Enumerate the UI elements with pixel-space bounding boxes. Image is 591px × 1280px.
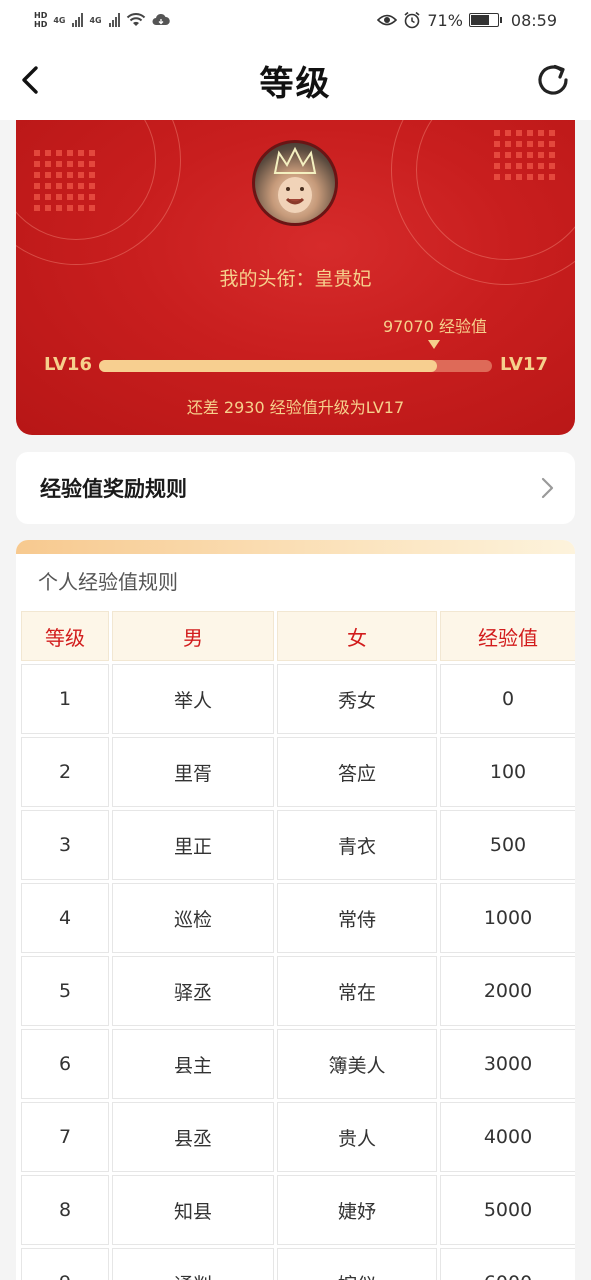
cell-female-title: 婉仪 — [277, 1248, 437, 1280]
crown-icon — [273, 146, 317, 213]
table-row: 7 县丞 贵人 4000 — [21, 1102, 575, 1172]
cell-male-title: 举人 — [112, 664, 274, 734]
exp-progress-fill — [99, 360, 437, 372]
cell-exp: 2000 — [440, 956, 575, 1026]
refresh-icon[interactable] — [533, 60, 573, 100]
page-title: 等级 — [259, 63, 332, 104]
status-left: HD HD 4G 4G — [34, 11, 170, 29]
cell-level: 4 — [21, 883, 109, 953]
table-row: 2 里胥 答应 100 — [21, 737, 575, 807]
back-button[interactable] — [14, 60, 54, 100]
cell-male-title: 通判 — [112, 1248, 274, 1280]
table-header-row: 等级 男 女 经验值 — [21, 611, 575, 661]
current-level: LV16 — [44, 354, 92, 375]
signal-icon — [108, 13, 120, 27]
user-title: 我的头衔：皇贵妃 — [219, 268, 372, 290]
cell-level: 2 — [21, 737, 109, 807]
header-male: 男 — [112, 611, 274, 661]
header-female: 女 — [277, 611, 437, 661]
cell-male-title: 县丞 — [112, 1102, 274, 1172]
hd-badge: HD — [34, 20, 48, 29]
progress-marker-icon — [428, 340, 440, 349]
table-row: 9通判婉仪6000 — [21, 1248, 575, 1280]
battery-percent: 71% — [427, 10, 463, 30]
cell-male-title: 知县 — [112, 1175, 274, 1245]
network-type: 4G — [53, 15, 66, 25]
cell-male-title: 里正 — [112, 810, 274, 880]
cell-female-title: 常在 — [277, 956, 437, 1026]
avatar[interactable] — [252, 140, 338, 226]
cell-level: 7 — [21, 1102, 109, 1172]
table-row: 4 巡检 常侍 1000 — [21, 883, 575, 953]
network-type: 4G — [89, 15, 102, 25]
cell-female-title: 常侍 — [277, 883, 437, 953]
cell-exp: 100 — [440, 737, 575, 807]
cell-male-title: 巡检 — [112, 883, 274, 953]
cell-female-title: 簿美人 — [277, 1029, 437, 1099]
table-row: 1 举人 秀女 0 — [21, 664, 575, 734]
cell-exp: 0 — [440, 664, 575, 734]
wifi-icon — [126, 13, 145, 26]
level-hero-card: 我的头衔：皇贵妃 97070 经验值 LV16 LV17 还差 2930 经验值… — [16, 120, 575, 435]
cell-exp: 5000 — [440, 1175, 575, 1245]
cell-female-title: 答应 — [277, 737, 437, 807]
cell-female-title: 婕妤 — [277, 1175, 437, 1245]
cell-exp: 4000 — [440, 1102, 575, 1172]
cell-male-title: 县主 — [112, 1029, 274, 1099]
chevron-right-icon — [541, 477, 554, 499]
exp-progress-bar — [99, 360, 492, 372]
exp-value: 97070 经验值 — [383, 317, 487, 336]
cell-level: 6 — [21, 1029, 109, 1099]
battery-icon — [468, 13, 502, 27]
cell-male-title: 里胥 — [112, 737, 274, 807]
status-right: 71% 08:59 — [377, 11, 557, 30]
decor-ring — [391, 120, 575, 285]
exp-rules-subtitle: 个人经验值规则 — [38, 570, 178, 594]
exp-rules-card: 个人经验值规则 等级 男 女 经验值 1 举人 秀女 0 2 里胥 答应 100 3 里正 青衣 50… — [16, 540, 575, 1280]
exp-reward-rules-label: 经验值奖励规则 — [40, 477, 187, 501]
cell-level: 3 — [21, 810, 109, 880]
cell-exp: 500 — [440, 810, 575, 880]
cell-exp: 6000 — [440, 1248, 575, 1280]
cloud-icon — [152, 13, 170, 25]
decor-ring — [16, 120, 181, 265]
cell-exp: 3000 — [440, 1029, 575, 1099]
next-level: LV17 — [500, 354, 548, 375]
table-row: 6 县主 簿美人 3000 — [21, 1029, 575, 1099]
level-table: 等级 男 女 经验值 1 举人 秀女 0 2 里胥 答应 100 3 里正 青衣 500 4 巡检 常侍 10… — [18, 608, 575, 1280]
header-exp: 经验值 — [440, 611, 575, 661]
clock: 08:59 — [510, 10, 557, 30]
cell-level: 5 — [21, 956, 109, 1026]
status-bar: HD HD 4G 4G 71% 08:59 — [0, 0, 591, 40]
exp-reward-rules-link[interactable]: 经验值奖励规则 — [16, 452, 575, 524]
hd-badges: HD HD — [34, 11, 47, 29]
cell-male-title: 驿丞 — [112, 956, 274, 1026]
cell-exp: 1000 — [440, 883, 575, 953]
table-row: 5 驿丞 常在 2000 — [21, 956, 575, 1026]
hd-badge: HD — [34, 11, 48, 20]
card-top-accent — [16, 540, 575, 554]
cell-female-title: 贵人 — [277, 1102, 437, 1172]
eye-icon — [377, 14, 398, 26]
table-row: 3 里正 青衣 500 — [21, 810, 575, 880]
cell-level: 1 — [21, 664, 109, 734]
cell-level: 8 — [21, 1175, 109, 1245]
signal-icon — [72, 13, 84, 27]
alarm-icon — [404, 11, 420, 29]
cell-female-title: 青衣 — [277, 810, 437, 880]
header-level: 等级 — [21, 611, 109, 661]
exp-remaining: 还差 2930 经验值升级为LV17 — [186, 398, 405, 417]
cell-female-title: 秀女 — [277, 664, 437, 734]
cell-level: 9 — [21, 1248, 109, 1280]
table-row: 8 知县 婕妤 5000 — [21, 1175, 575, 1245]
nav-bar: 等级 — [0, 40, 591, 120]
